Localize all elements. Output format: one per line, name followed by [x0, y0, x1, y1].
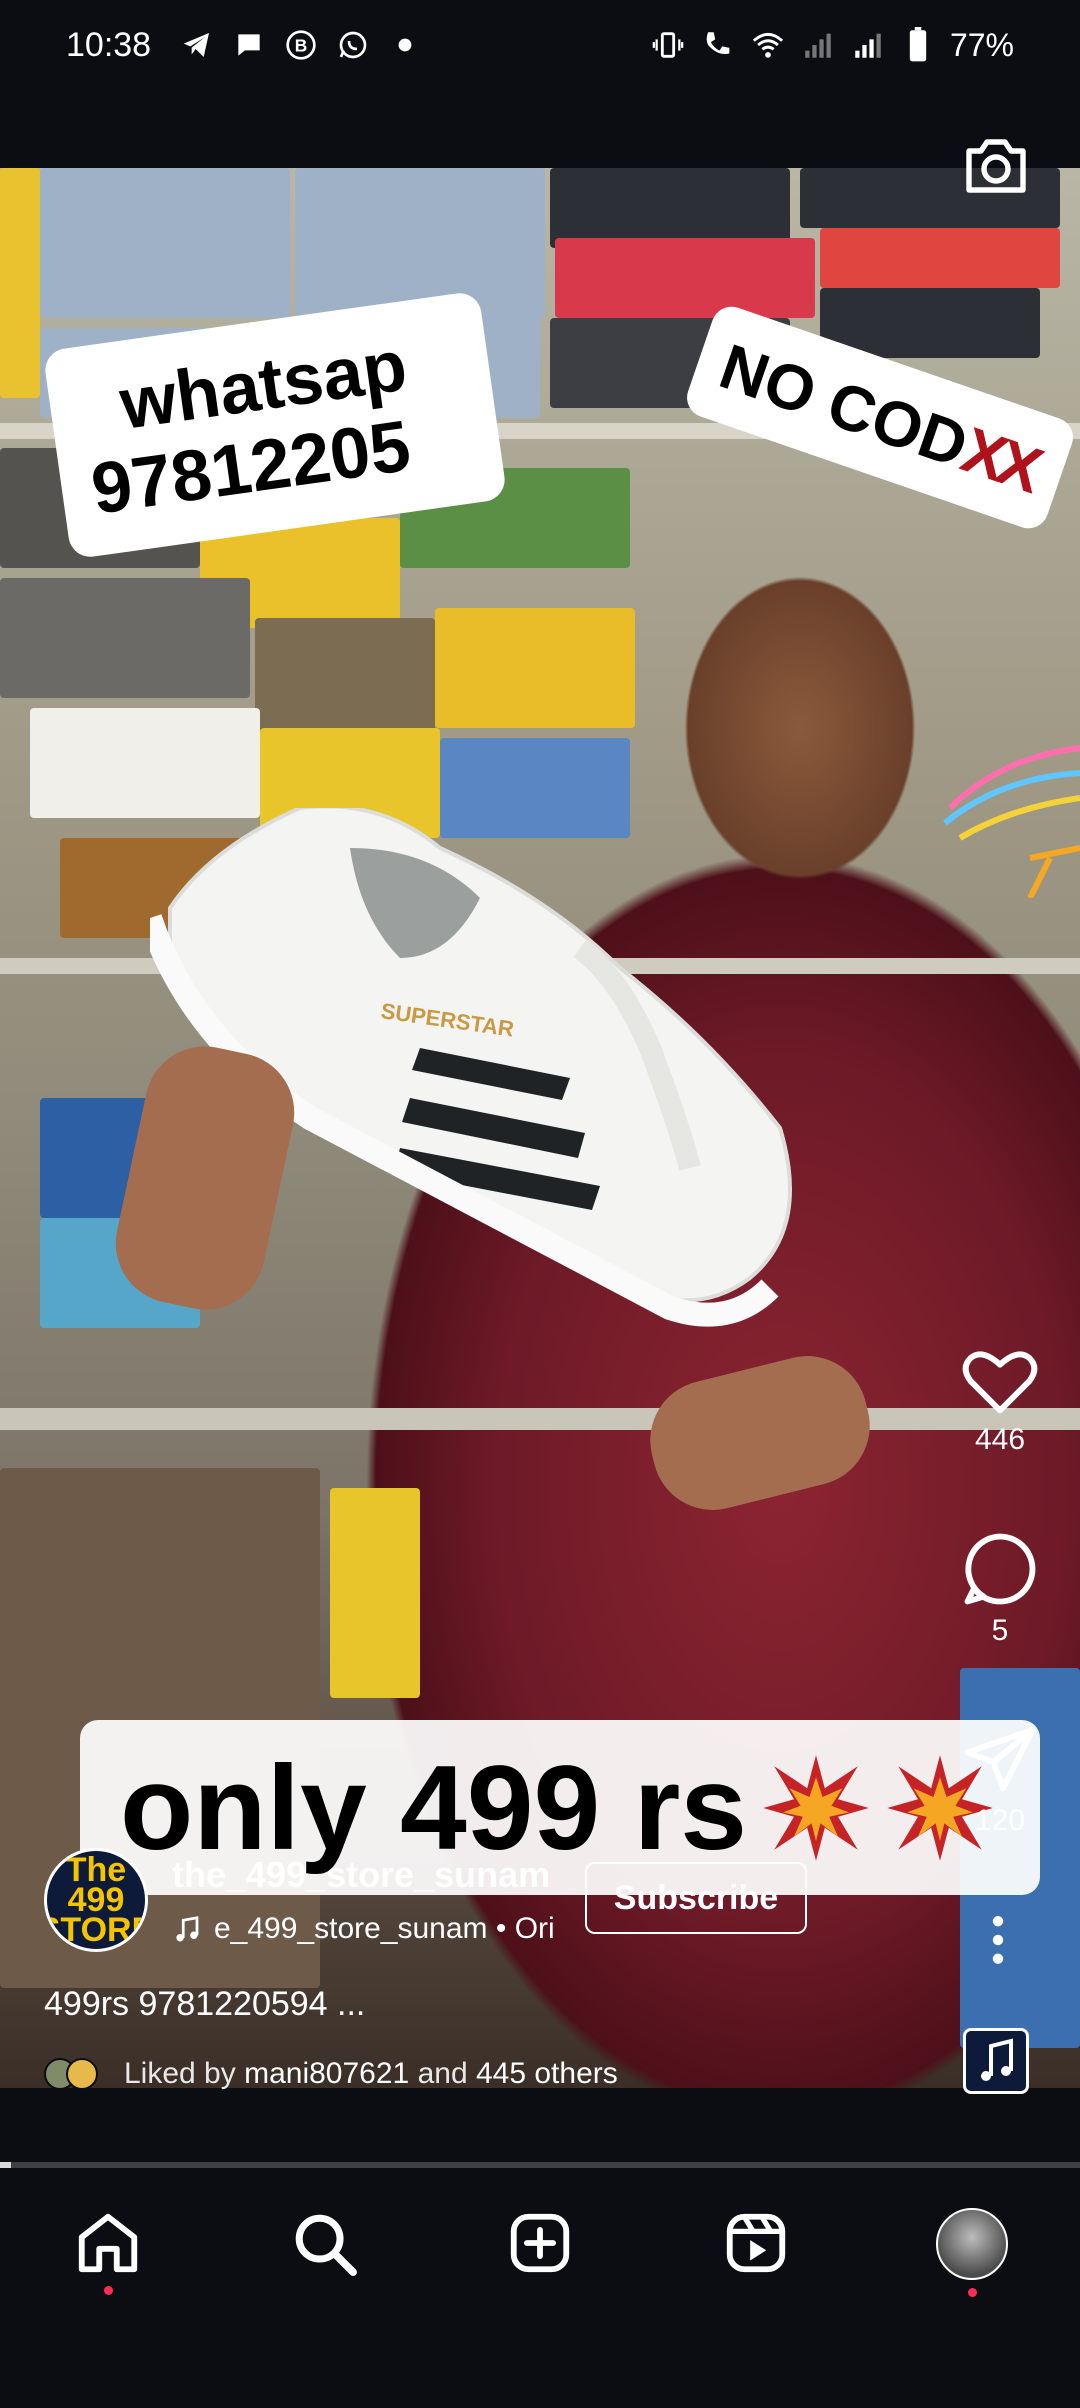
music-note-icon [981, 2038, 1013, 2081]
create-icon[interactable] [505, 2208, 575, 2278]
status-time: 10:38 [66, 25, 152, 64]
nav-profile[interactable] [917, 2208, 1027, 2308]
audio-line[interactable]: e_499_store_sunam • Ori [172, 1912, 562, 1946]
shoebox [40, 168, 290, 318]
nav-search[interactable] [269, 2208, 379, 2308]
username[interactable]: the_499_store_sunam [172, 1854, 562, 1896]
shoebox [30, 708, 260, 818]
liked-by[interactable]: Liked by mani807621 and 445 others [44, 2057, 618, 2091]
battery-icon [900, 27, 936, 63]
audio-title: e_499_store_sunam • Ori [214, 1912, 555, 1945]
svg-text:B: B [295, 36, 308, 56]
wifi-icon [750, 27, 786, 63]
neon-sign [943, 745, 1080, 898]
avatar[interactable]: The 499 STORE [44, 1848, 148, 1952]
shoebox [555, 238, 815, 318]
liked-by-user[interactable]: mani807621 [244, 2057, 409, 2090]
shoebox [295, 168, 545, 318]
whatsapp-icon [335, 27, 371, 63]
chat-bubble-icon [231, 27, 267, 63]
shoebox [330, 1488, 420, 1698]
liker-avatars [44, 2058, 104, 2090]
signal-icon [850, 27, 886, 63]
heart-icon[interactable] [960, 1345, 1040, 1417]
profile-avatar[interactable] [936, 2208, 1008, 2280]
like-count: 446 [974, 1423, 1026, 1456]
more-options-icon[interactable] [986, 1915, 1010, 1965]
shoebox [0, 578, 250, 698]
shoebox [255, 618, 435, 738]
search-icon[interactable] [289, 2208, 359, 2278]
comment-action[interactable]: 5 [950, 1530, 1050, 1648]
caption[interactable]: 499rs 9781220594 ... [44, 1985, 365, 2024]
audio-thumbnail[interactable] [963, 2028, 1029, 2094]
author-row: The 499 STORE the_499_store_sunam e_499_… [44, 1845, 562, 1955]
nav-home[interactable] [53, 2208, 163, 2308]
nav-create[interactable] [485, 2208, 595, 2308]
shoebox [0, 168, 40, 398]
notification-dot [103, 2286, 113, 2295]
battery-percent: 77% [949, 26, 1014, 63]
music-note-icon [176, 1916, 199, 1942]
notification-icons: B [179, 27, 423, 63]
comment-count: 5 [991, 1614, 1009, 1647]
shoebox [550, 168, 790, 248]
signal-icon [800, 27, 836, 63]
telegram-icon [179, 27, 215, 63]
shoebox [435, 608, 635, 728]
comment-icon[interactable] [961, 1530, 1039, 1608]
reel-video[interactable]: SUPERSTAR whatsap 97812205 NO CODXX only… [0, 168, 1080, 2088]
share-action[interactable]: 120 [950, 1720, 1050, 1838]
vibrate-icon [650, 27, 686, 63]
reels-icon[interactable] [721, 2208, 791, 2278]
like-action[interactable]: 446 [950, 1345, 1050, 1457]
dot-icon [387, 27, 423, 63]
subscribe-button[interactable]: Subscribe [585, 1862, 807, 1934]
explosion-icon [763, 1754, 869, 1861]
camera-icon[interactable] [960, 130, 1032, 202]
home-icon[interactable] [73, 2208, 143, 2278]
system-status: 77% [650, 27, 1014, 64]
avatar-text: The 499 STORE [47, 1851, 148, 1949]
wifi-calling-icon [700, 27, 736, 63]
shoebox [820, 228, 1060, 288]
avatar [66, 2058, 98, 2090]
notification-dot [967, 2288, 977, 2297]
liked-by-and: and [417, 2057, 468, 2090]
liked-by-prefix: Liked by [124, 2057, 236, 2090]
liked-by-others[interactable]: 445 others [476, 2057, 618, 2090]
b-icon: B [283, 27, 319, 63]
status-bar: 10:38 B 77% [0, 0, 1080, 90]
bottom-nav [0, 2168, 1080, 2408]
nav-reels[interactable] [701, 2208, 811, 2308]
send-icon[interactable] [961, 1720, 1039, 1798]
share-count: 120 [974, 1804, 1026, 1837]
